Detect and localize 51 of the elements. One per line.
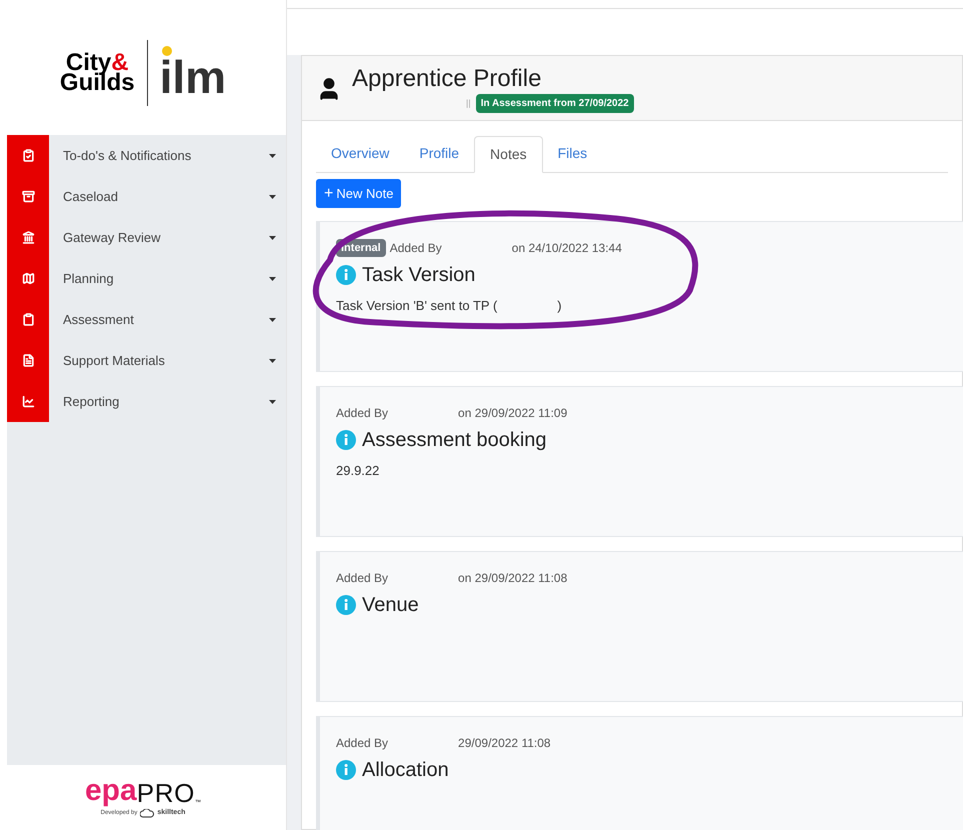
caret-icon (269, 318, 276, 322)
new-note-button[interactable]: + New Note (316, 179, 402, 208)
separator-mark: || (466, 96, 471, 110)
sidebar-menu-item[interactable]: To-do's & Notifications (7, 135, 286, 176)
info-icon (336, 265, 356, 285)
note-timestamp: on 24/10/2022 13:44 (512, 240, 622, 257)
caret-icon (269, 236, 276, 240)
caret-icon (269, 358, 276, 362)
info-icon (336, 595, 356, 615)
clipboard-check-icon (22, 149, 34, 162)
tab[interactable]: Overview (316, 135, 404, 172)
note-timestamp: on 29/09/2022 11:08 (458, 570, 568, 587)
ilm-logo: ilm (160, 46, 226, 100)
note-title: Allocation (362, 758, 449, 783)
added-by-label: Added By (336, 405, 388, 422)
added-by-label: Added By (336, 735, 388, 752)
added-by-label: Added By (336, 570, 388, 587)
info-icon (336, 760, 356, 780)
added-by-label: Added By (390, 240, 442, 257)
note-body: Task Version 'B' sent to TP ( (336, 297, 498, 315)
note-title: Assessment booking (362, 428, 547, 453)
sidebar-menu-item[interactable]: Caseload (7, 176, 286, 217)
tab[interactable]: Files (542, 135, 602, 172)
note-title: Venue (362, 593, 419, 618)
tab[interactable]: Profile (404, 135, 474, 172)
building-icon (22, 231, 34, 244)
note-body-end: ) (557, 297, 562, 315)
sidebar-menu-item[interactable]: Planning (7, 258, 286, 299)
clipboard-icon (22, 313, 34, 326)
city-guilds-logo: City& Guilds (60, 53, 135, 92)
sidebar-menu-item[interactable]: Assessment (7, 299, 286, 340)
caret-icon (269, 154, 276, 158)
sidebar-menu-item[interactable]: Gateway Review (7, 217, 286, 258)
sidebar-menu-item[interactable]: Reporting (7, 381, 286, 422)
tab[interactable]: Notes (474, 136, 543, 173)
caret-icon (269, 276, 276, 280)
note-body: 29.9.22 (336, 462, 380, 480)
sidebar-menu-item[interactable]: Support Materials (7, 340, 286, 381)
note-title: Task Version (362, 263, 476, 288)
caret-icon (269, 400, 276, 404)
status-badge: In Assessment from 27/09/2022 (476, 94, 634, 113)
document-icon (22, 354, 34, 367)
line-chart-icon (22, 395, 34, 408)
note-timestamp: 29/09/2022 11:08 (458, 735, 551, 752)
caret-icon (269, 194, 276, 198)
cloud-icon (140, 809, 154, 818)
info-icon (336, 430, 356, 450)
page-title: Apprentice Profile (352, 64, 542, 94)
archive-icon (22, 190, 34, 203)
note-timestamp: on 29/09/2022 11:09 (458, 405, 568, 422)
map-icon (22, 272, 34, 285)
